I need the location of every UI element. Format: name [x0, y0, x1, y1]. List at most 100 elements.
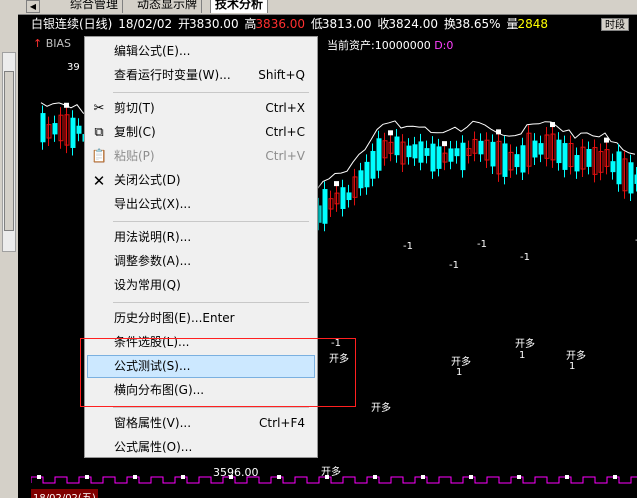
candle-body [346, 192, 352, 201]
candle-body [610, 161, 616, 173]
menu-item-shortcut: Ctrl+C [265, 125, 305, 139]
candle-body [412, 144, 418, 159]
candle-body [418, 141, 424, 163]
candle-body [370, 150, 376, 179]
oscillator-marker [85, 475, 89, 479]
menu-item-formula-properties[interactable]: 公式属性(O)... [87, 436, 315, 459]
menu-item-copy[interactable]: ⧉ 复制(C) Ctrl+C [87, 121, 315, 144]
candle-body [478, 140, 484, 155]
menu-item-set-common[interactable]: 设为常用(Q) [87, 274, 315, 297]
candle-body [514, 154, 520, 168]
tab-technical-analysis[interactable]: 技术分析 [210, 0, 269, 13]
oscillator-marker [37, 475, 41, 479]
oscillator-marker [277, 475, 281, 479]
candle-body [538, 143, 544, 155]
highlight-callout-box [80, 338, 356, 407]
menu-item-label: 调整参数(A)... [114, 254, 192, 268]
trade-annotation: -1 [477, 239, 487, 250]
trade-annotation: 1 [456, 367, 463, 378]
menu-item-label: 剪切(T) [114, 101, 155, 115]
menu-separator [113, 92, 309, 93]
trade-annotation: 开多 [371, 403, 391, 414]
candle-body [628, 162, 634, 194]
bottom-date-label: 18/02/02(五) [31, 489, 98, 498]
menu-item-usage-help[interactable]: 用法说明(R)... [87, 226, 315, 249]
candle-body [322, 189, 328, 224]
trade-annotation: -1 [403, 241, 413, 252]
candle-body [490, 141, 496, 167]
signal-marker [334, 181, 339, 187]
scissors-icon: ✂ [93, 101, 105, 116]
tab-bar: ◀ 综合管理 动态显示牌 技术分析 [0, 0, 637, 15]
candle-body [520, 145, 526, 173]
paste-icon: 📋 [91, 149, 108, 164]
scrollbar-thumb[interactable] [4, 71, 14, 231]
left-toolbar-strip [0, 14, 18, 498]
menu-item-history-timechart[interactable]: 历史分时图(E)...Enter [87, 307, 315, 330]
oscillator-marker [373, 475, 377, 479]
menu-item-export-formula[interactable]: 导出公式(X)... [87, 193, 315, 216]
candle-body [52, 123, 58, 135]
oscillator-marker [613, 475, 617, 479]
tab-comprehensive-management[interactable]: 综合管理 [66, 0, 124, 13]
trade-annotation: -1 [449, 260, 459, 271]
tab-scroll-left-button[interactable]: ◀ [26, 0, 40, 13]
trade-annotation: 1 [519, 350, 526, 361]
signal-marker [388, 130, 393, 136]
menu-item-label: 历史分时图(E)...Enter [114, 311, 235, 325]
menu-item-pane-properties[interactable]: 窗格属性(V)... Ctrl+F4 [87, 412, 315, 435]
menu-item-label: 粘贴(P) [114, 149, 155, 163]
candle-body [340, 187, 346, 209]
candle-body [460, 142, 466, 171]
menu-item-adjust-params[interactable]: 调整参数(A)... [87, 250, 315, 273]
candle-body [448, 148, 454, 162]
menu-item-shortcut: Shift+Q [258, 68, 305, 82]
trade-annotation: 开多 [566, 351, 586, 362]
menu-item-label: 查看运行时变量(W)... [114, 68, 231, 82]
candle-body [586, 148, 592, 167]
trade-annotation: -1 [520, 252, 530, 263]
menu-item-cut[interactable]: ✂ 剪切(T) Ctrl+X [87, 97, 315, 120]
candle-body [430, 143, 436, 172]
menu-item-label: 设为常用(Q) [114, 278, 181, 292]
price-label-bottom: 3596.00 [213, 466, 259, 479]
candle-body [454, 148, 460, 157]
trade-annotation: 1 [569, 361, 576, 372]
candle-body [358, 170, 364, 189]
tab-dynamic-display[interactable]: 动态显示牌 [133, 0, 203, 13]
menu-item-close-formula[interactable]: ✕ 关闭公式(D) [87, 169, 315, 192]
candle-body [424, 148, 430, 156]
candle-body [376, 138, 382, 171]
candle-body [532, 140, 538, 158]
trade-annotation: 开多 [321, 467, 341, 478]
menu-item-label: 公式属性(O)... [114, 440, 193, 454]
menu-item-edit-formula[interactable]: 编辑公式(E)... [87, 40, 315, 63]
close-x-icon: ✕ [92, 172, 106, 190]
signal-marker [442, 141, 447, 147]
menu-item-shortcut: Ctrl+V [265, 149, 305, 163]
candle-body [556, 139, 562, 164]
candle-body [574, 155, 580, 172]
oscillator-marker [181, 475, 185, 479]
oscillator-marker [469, 475, 473, 479]
menu-item-label: 关闭公式(D) [114, 173, 181, 187]
signal-marker [604, 137, 609, 143]
trade-annotation: 开多 [515, 339, 535, 350]
menu-item-view-runtime-vars[interactable]: 查看运行时变量(W)... Shift+Q [87, 64, 315, 87]
menu-item-shortcut: Ctrl+F4 [259, 416, 305, 430]
candle-body [70, 117, 76, 148]
menu-item-label: 编辑公式(E)... [114, 44, 191, 58]
candle-body [616, 151, 622, 185]
vertical-scrollbar[interactable] [2, 52, 16, 252]
candle-body [436, 146, 442, 169]
signal-marker [550, 122, 555, 128]
candle-body [406, 145, 412, 158]
menu-item-label: 复制(C) [114, 125, 156, 139]
oscillator-marker [517, 475, 521, 479]
menu-separator [113, 302, 309, 303]
signal-marker [496, 129, 501, 135]
candle-body [76, 125, 82, 134]
menu-item-paste[interactable]: 📋 粘贴(P) Ctrl+V [87, 145, 315, 168]
candle-body [394, 136, 400, 156]
menu-separator [113, 221, 309, 222]
